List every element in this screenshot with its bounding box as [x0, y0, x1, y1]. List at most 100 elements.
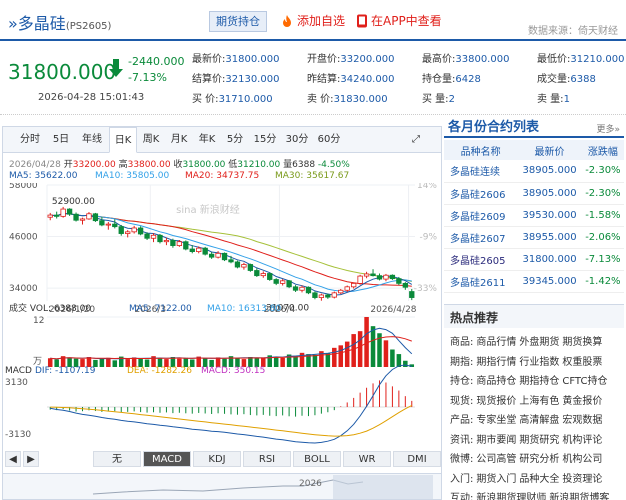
kline-panel: 分时 5日 年线 日K 周K 月K 年K 5分 15分 30分 60分 ⤢ 2026/04/28 开3…: [2, 126, 442, 500]
hot-link[interactable]: 行业指数: [519, 357, 559, 368]
quote-value: 31800.000: [225, 54, 280, 65]
contract-more-link[interactable]: 更多»: [596, 122, 620, 135]
instrument-title: »多晶硅(PS2605): [8, 10, 111, 34]
candle: [73, 212, 79, 222]
quote-value: 6388: [570, 74, 596, 85]
hot-link[interactable]: 现货报价: [476, 396, 516, 407]
candle: [389, 274, 396, 280]
tab-7[interactable]: 5分: [221, 127, 249, 152]
tab-10[interactable]: 60分: [313, 127, 345, 152]
tab-8[interactable]: 15分: [249, 127, 281, 152]
hot-link[interactable]: 商品行情: [476, 337, 516, 348]
range-navigator[interactable]: 2026: [3, 473, 441, 499]
indicator-4[interactable]: BOLL: [293, 451, 341, 467]
contract-row[interactable]: 多晶硅2611 39345.000 -1.42%: [444, 270, 624, 293]
hot-link[interactable]: 期货换算: [562, 337, 602, 348]
hot-link[interactable]: 新浪期货博客: [549, 493, 609, 500]
indicator-1[interactable]: MACD: [143, 451, 191, 467]
hot-link[interactable]: 品种大全: [519, 474, 559, 485]
candle: [208, 252, 215, 259]
hot-link[interactable]: 宏观数据: [562, 415, 602, 426]
hot-line: 资讯: 期市要闻 期货研究 机构评论: [450, 431, 602, 446]
hot-link[interactable]: 机构公司: [562, 454, 602, 465]
hot-link[interactable]: 新浪期货理财师: [476, 493, 546, 500]
period-tabs: 分时 5日 年线 日K 周K 月K 年K 5分 15分 30分 60分 ⤢: [3, 127, 441, 153]
contract-row[interactable]: 多晶硅2609 39530.000 -1.58%: [444, 204, 624, 227]
quote-value: 6428: [455, 74, 481, 85]
candle: [267, 272, 273, 281]
hot-link[interactable]: 上海有色: [519, 396, 559, 407]
tab-9[interactable]: 30分: [281, 127, 313, 152]
quote-cell: 最新价:31800.000: [192, 50, 279, 65]
open-value: 33200.00: [72, 160, 116, 170]
contract-row[interactable]: 多晶硅2607 38955.000 -2.06%: [444, 226, 624, 249]
hot-link[interactable]: 投资理论: [562, 474, 602, 485]
hot-link[interactable]: 专家坐堂: [476, 415, 516, 426]
last-price: 31800.000: [8, 60, 117, 84]
expand-icon[interactable]: ⤢: [405, 127, 427, 152]
candle: [338, 288, 344, 295]
tab-5[interactable]: 月K: [165, 127, 193, 152]
hot-link[interactable]: 期货研究: [519, 435, 559, 446]
legend-ma5: MA5: 35622.00: [9, 171, 78, 181]
hot-link[interactable]: 期市要闻: [476, 435, 516, 446]
change-percent: -7.13%: [128, 71, 167, 84]
open-in-app-button[interactable]: 在APP中查看: [356, 12, 442, 29]
tab-6[interactable]: 年K: [193, 127, 221, 152]
candle: [92, 212, 99, 222]
tab-2[interactable]: 年线: [75, 127, 109, 152]
candle: [402, 282, 408, 290]
hot-key: 互动:: [450, 493, 474, 500]
quote-value: 2: [448, 94, 455, 105]
scroll-right-icon[interactable]: ▶: [23, 451, 39, 467]
hot-line: 现货: 现货报价 上海有色 黄金报价: [450, 392, 602, 407]
candle: [260, 271, 266, 278]
hot-link[interactable]: 外盘期货: [519, 337, 559, 348]
candle: [157, 233, 163, 244]
volume-bar: [403, 360, 408, 367]
indicator-tabs: ◀ ▶ 无 MACD KDJ RSI BOLL WR DMI: [3, 451, 441, 471]
contract-row[interactable]: 多晶硅2605 31800.000 -7.13%: [444, 248, 624, 271]
hot-link[interactable]: 高清解盘: [519, 415, 559, 426]
candle-info: 2026/04/28 开33200.00 高33800.00 收31800.00…: [9, 157, 350, 170]
macd-dea: DEA: -1282.26: [127, 366, 192, 376]
hot-link[interactable]: CFTC持仓: [562, 376, 607, 387]
pct-tick: 14%: [417, 183, 437, 191]
contract-row[interactable]: 多晶硅连续 38905.000 -2.30%: [444, 160, 624, 183]
down-arrow-icon: [109, 59, 123, 77]
quote-cell: 买 价:31710.000: [192, 90, 273, 105]
contract-name: 多晶硅2607: [444, 226, 518, 249]
indicator-5[interactable]: WR: [343, 451, 391, 467]
volume-value: 6388: [292, 160, 316, 170]
position-tag-button[interactable]: 期货持仓: [209, 11, 267, 32]
contract-row[interactable]: 多晶硅2606 38905.000 -2.30%: [444, 182, 624, 205]
hot-link[interactable]: 黄金报价: [562, 396, 602, 407]
hot-link[interactable]: 机构评论: [562, 435, 602, 446]
navigator-year: 2026: [299, 479, 322, 489]
hot-link[interactable]: 期指持仓: [519, 376, 559, 387]
tab-0[interactable]: 分时: [13, 127, 47, 152]
volume-bar: [351, 334, 356, 367]
indicator-3[interactable]: RSI: [243, 451, 291, 467]
legend-ma10: MA10: 35805.00: [95, 171, 170, 181]
indicator-2[interactable]: KDJ: [193, 451, 241, 467]
hot-link[interactable]: 公司高管: [476, 454, 516, 465]
candle: [331, 291, 337, 299]
hot-link[interactable]: 期货入门: [476, 474, 516, 485]
candle: [279, 279, 286, 286]
hot-link[interactable]: 权重股票: [562, 357, 602, 368]
tab-4[interactable]: 周K: [137, 127, 165, 152]
quote-value: 1: [563, 94, 570, 105]
hot-link[interactable]: 研究分析: [519, 454, 559, 465]
legend-ma20: MA20: 34737.75: [185, 171, 260, 181]
indicator-0[interactable]: 无: [93, 451, 141, 467]
tab-3[interactable]: 日K: [109, 127, 137, 153]
hot-link[interactable]: 商品持仓: [476, 376, 516, 387]
tab-1[interactable]: 5日: [47, 127, 75, 152]
contract-list: 品种名称 最新价 涨跌幅 多晶硅连续 38905.000 -2.30% 多晶硅2606…: [444, 140, 624, 293]
indicator-6[interactable]: DMI: [393, 451, 441, 467]
volume-bar: [280, 357, 285, 367]
scroll-left-icon[interactable]: ◀: [5, 451, 21, 467]
add-watchlist-button[interactable]: 添加自选: [280, 12, 345, 29]
hot-link[interactable]: 期指行情: [476, 357, 516, 368]
